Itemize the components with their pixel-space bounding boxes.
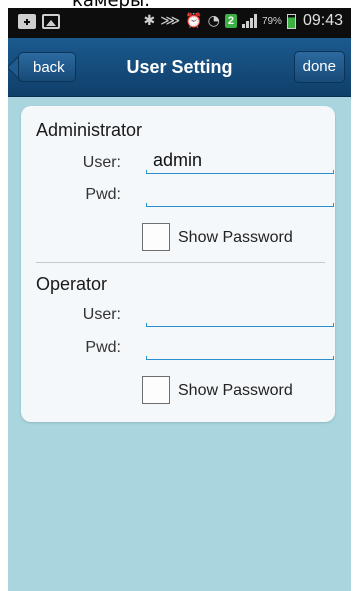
admin-pwd-input[interactable] [153, 182, 323, 204]
battery-icon [286, 13, 296, 29]
operator-pwd-input[interactable] [153, 335, 323, 357]
operator-show-password-label[interactable]: Show Password [178, 382, 293, 400]
admin-pwd-underline [146, 203, 334, 207]
system-icons: ✱ ⋙ ⏰ ◔ 2 79% 09:43 [144, 12, 344, 30]
operator-user-label: User: [82, 306, 121, 323]
clipped-caption: камеры. [72, 0, 150, 8]
wifi-icon: ◔ [207, 13, 220, 29]
notification-icons [18, 14, 60, 29]
section-title-operator: Operator [36, 274, 108, 294]
done-button[interactable]: done [293, 51, 345, 83]
signal-icon [241, 14, 257, 28]
mute-icon: ⋙ [160, 13, 181, 29]
admin-pwd-label: Pwd: [85, 186, 121, 203]
admin-user-label: User: [82, 154, 121, 171]
phone-screen: ✱ ⋙ ⏰ ◔ 2 79% 09:43 back User Setting do… [8, 8, 351, 591]
section-divider [36, 262, 325, 263]
back-button[interactable]: back [18, 52, 76, 82]
navigation-bar: back User Setting done [8, 38, 351, 97]
operator-pwd-underline [146, 356, 334, 360]
admin-show-password-checkbox[interactable] [142, 223, 170, 251]
operator-user-underline [146, 323, 334, 327]
section-title-administrator: Administrator [36, 120, 143, 140]
settings-card: Administrator User: admin Pwd: Show Pass… [21, 106, 335, 422]
plus-icon [18, 14, 36, 29]
clipped-top-text: камеры. [0, 0, 358, 8]
status-bar: ✱ ⋙ ⏰ ◔ 2 79% 09:43 [8, 8, 351, 38]
operator-user-input[interactable] [153, 302, 323, 324]
operator-pwd-label: Pwd: [85, 339, 121, 356]
admin-user-underline [146, 170, 334, 174]
operator-show-password-checkbox[interactable] [142, 376, 170, 404]
bluetooth-icon: ✱ [143, 13, 156, 29]
sim-badge: 2 [224, 14, 237, 28]
image-icon [42, 14, 60, 29]
admin-user-input[interactable]: admin [153, 150, 202, 171]
clock: 09:43 [302, 12, 343, 29]
alarm-icon: ⏰ [185, 13, 203, 29]
battery-percent: 79% [261, 15, 282, 27]
admin-show-password-label[interactable]: Show Password [178, 229, 293, 247]
